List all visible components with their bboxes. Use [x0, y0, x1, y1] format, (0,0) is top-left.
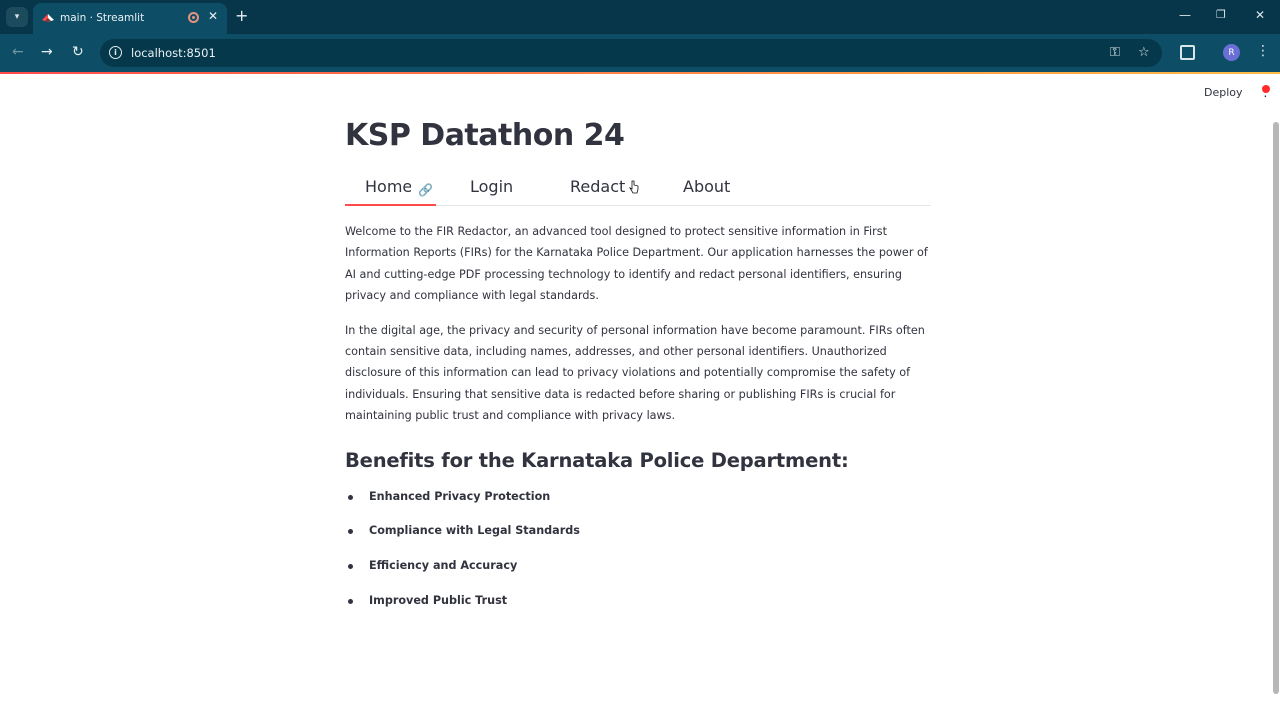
reload-icon[interactable]: ↻	[72, 44, 84, 60]
bullet-icon	[348, 598, 353, 604]
tab-bar: Home 🔗 Login Redact About	[345, 176, 931, 206]
tab-redact[interactable]: Redact	[570, 176, 625, 206]
link-icon[interactable]: 🔗	[418, 179, 433, 201]
mouse-cursor-icon	[629, 180, 639, 194]
browser-toolbar: ← → ↻ i localhost:8501 ⚿ ☆ R ⋮	[0, 34, 1280, 72]
browser-menu-icon[interactable]: ⋮	[1256, 43, 1270, 59]
browser-tabstrip: ▾ main · Streamlit ✕ + — ❐ ✕	[0, 0, 1280, 34]
streamlit-decoration-bar	[0, 72, 1280, 74]
minimize-window-icon[interactable]: —	[1179, 8, 1191, 22]
tab-title: main · Streamlit	[60, 12, 145, 24]
tab-login-label: Login	[470, 177, 514, 196]
forward-arrow-icon[interactable]: →	[41, 44, 53, 60]
bullet-icon	[348, 494, 353, 500]
list-item: Efficiency and Accuracy	[345, 556, 931, 591]
bookmark-star-icon[interactable]: ☆	[1138, 45, 1150, 60]
list-item: Compliance with Legal Standards	[345, 521, 931, 556]
main-content: KSP Datathon 24 Home 🔗 Login Redact Abou…	[345, 112, 931, 625]
tab-home[interactable]: Home 🔗	[345, 176, 436, 206]
list-item: Improved Public Trust	[345, 591, 931, 626]
url-text[interactable]: localhost:8501	[131, 46, 216, 60]
back-arrow-icon[interactable]: ←	[12, 44, 24, 60]
tab-redact-label: Redact	[570, 177, 626, 196]
deploy-button[interactable]: Deploy	[1204, 86, 1243, 99]
tab-home-label: Home	[365, 177, 411, 196]
browser-tab[interactable]: main · Streamlit ✕	[33, 3, 227, 34]
bullet-icon	[348, 529, 353, 535]
tab-login[interactable]: Login	[470, 176, 639, 206]
address-bar[interactable]: i localhost:8501 ⚿ ☆	[100, 39, 1162, 67]
extensions-icon[interactable]	[1180, 45, 1195, 60]
context-paragraph: In the digital age, the privacy and secu…	[345, 323, 925, 423]
restore-window-icon[interactable]: ❐	[1216, 8, 1226, 21]
benefit-label: Improved Public Trust	[369, 593, 508, 607]
tab-about-label: About	[683, 177, 731, 196]
tab-search-chevron-icon[interactable]: ▾	[6, 7, 28, 27]
streamlit-favicon-icon	[42, 14, 54, 22]
status-dot-icon	[1262, 85, 1270, 93]
site-info-icon[interactable]: i	[109, 46, 122, 59]
close-tab-icon[interactable]: ✕	[208, 9, 218, 23]
profile-avatar[interactable]: R	[1223, 44, 1240, 61]
tab-about[interactable]: About	[683, 176, 730, 206]
close-window-icon[interactable]: ✕	[1255, 8, 1265, 22]
benefit-label: Compliance with Legal Standards	[369, 524, 580, 538]
page-scrollbar[interactable]	[1273, 122, 1279, 694]
benefits-heading: Benefits for the Karnataka Police Depart…	[345, 448, 849, 472]
list-item: Enhanced Privacy Protection	[345, 487, 931, 522]
intro-paragraph: Welcome to the FIR Redactor, an advanced…	[345, 225, 928, 303]
bullet-icon	[348, 564, 353, 570]
page-title: KSP Datathon 24	[345, 118, 625, 153]
recording-indicator-icon	[188, 12, 199, 23]
new-tab-plus-icon[interactable]: +	[235, 6, 248, 25]
benefit-label: Enhanced Privacy Protection	[369, 489, 551, 503]
benefits-list: Enhanced Privacy Protection Compliance w…	[345, 487, 931, 626]
password-key-icon[interactable]: ⚿	[1110, 45, 1120, 60]
benefit-label: Efficiency and Accuracy	[369, 559, 518, 573]
